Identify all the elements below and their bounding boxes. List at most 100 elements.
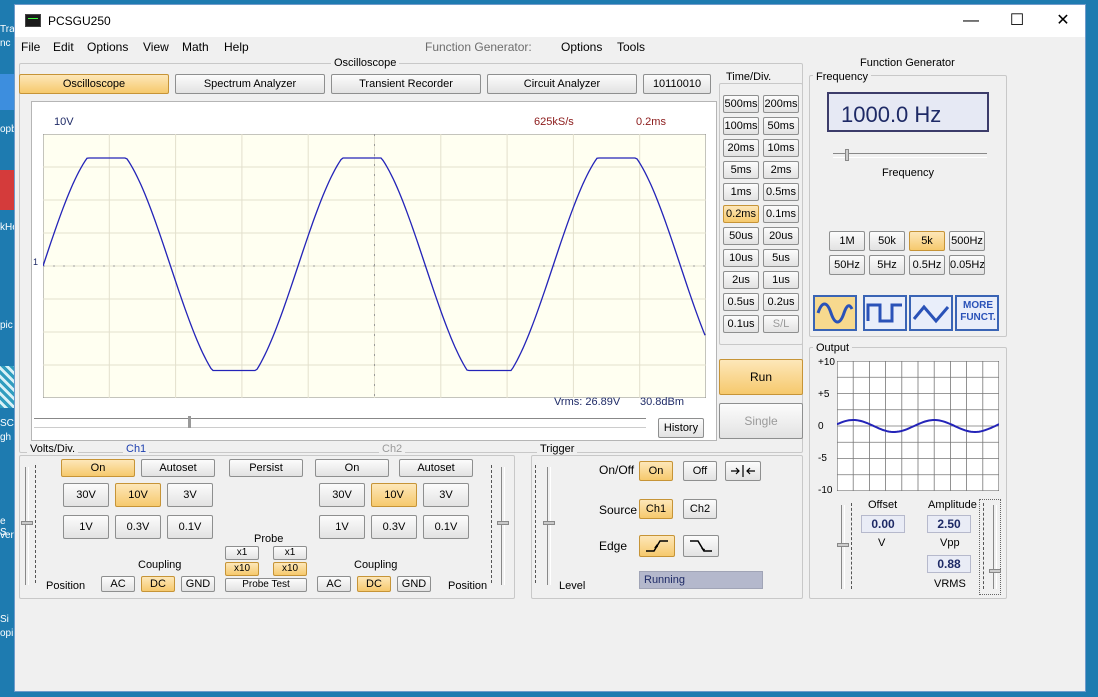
menu-view[interactable]: View xyxy=(143,40,169,54)
dropbox-icon[interactable] xyxy=(0,74,14,110)
square-wave-button[interactable] xyxy=(863,295,907,331)
ch2-autoset-button[interactable]: Autoset xyxy=(399,459,473,477)
desktop-icon-label[interactable]: pic xyxy=(0,320,14,360)
tab-digital-bits[interactable]: 10110010 xyxy=(643,74,711,94)
fg-range-50k-button[interactable]: 50k xyxy=(869,231,905,251)
timediv-50us-button[interactable]: 50us xyxy=(723,227,759,245)
ch1-range-0p3v-button[interactable]: 0.3V xyxy=(115,515,161,539)
timediv-10us-button[interactable]: 10us xyxy=(723,249,759,267)
tab-spectrum-analyzer[interactable]: Spectrum Analyzer xyxy=(175,74,325,94)
desktop-icon-label[interactable]: opi xyxy=(0,628,14,668)
ch2-range-1v-button[interactable]: 1V xyxy=(319,515,365,539)
ch1-probe-x1-button[interactable]: x1 xyxy=(225,546,259,560)
ch2-range-30v-button[interactable]: 30V xyxy=(319,483,365,507)
history-scrollbar[interactable] xyxy=(34,418,646,428)
ch1-coupling-ac[interactable]: AC xyxy=(101,576,135,592)
menu-help[interactable]: Help xyxy=(224,40,249,54)
frequency-slider[interactable] xyxy=(833,153,987,158)
trigger-edge-falling[interactable] xyxy=(683,535,719,557)
ch1-range-30v-button[interactable]: 30V xyxy=(63,483,109,507)
ch2-on-button[interactable]: On xyxy=(315,459,389,477)
ch1-coupling-gnd[interactable]: GND xyxy=(181,576,215,592)
timediv-50ms-button[interactable]: 50ms xyxy=(763,117,799,135)
ch2-coupling-ac[interactable]: AC xyxy=(317,576,351,592)
offset-slider[interactable] xyxy=(841,505,845,589)
run-button[interactable]: Run xyxy=(719,359,803,395)
ch2-range-10v-button[interactable]: 10V xyxy=(371,483,417,507)
trigger-level-slider[interactable] xyxy=(547,467,551,585)
fg-range-5k-button[interactable]: 5k xyxy=(909,231,945,251)
trigger-source-ch2[interactable]: Ch2 xyxy=(683,499,717,519)
timediv-20ms-button[interactable]: 20ms xyxy=(723,139,759,157)
menu-fg-tools[interactable]: Tools xyxy=(617,40,645,54)
ch1-range-0p1v-button[interactable]: 0.1V xyxy=(167,515,213,539)
timediv-0p1ms-button[interactable]: 0.1ms xyxy=(763,205,799,223)
offset-slider-thumb[interactable] xyxy=(837,543,849,547)
maximize-button[interactable]: ☐ xyxy=(994,5,1040,37)
ch1-on-button[interactable]: On xyxy=(61,459,135,477)
desktop-icon-label[interactable]: kHe xyxy=(0,222,14,262)
ch2-probe-x1-button[interactable]: x1 xyxy=(273,546,307,560)
desktop-icon-label[interactable]: nc xyxy=(0,38,14,78)
frequency-slider-thumb[interactable] xyxy=(845,149,849,161)
trigger-on-button[interactable]: On xyxy=(639,461,673,481)
desktop-icon-label[interactable]: gh xyxy=(0,432,14,472)
fg-range-1m-button[interactable]: 1M xyxy=(829,231,865,251)
close-button[interactable]: ✕ xyxy=(1040,5,1086,37)
timediv-20us-button[interactable]: 20us xyxy=(763,227,799,245)
trigger-edge-rising[interactable] xyxy=(639,535,675,557)
ch1-position-slider[interactable] xyxy=(25,467,29,585)
menu-file[interactable]: File xyxy=(21,40,40,54)
menu-options[interactable]: Options xyxy=(87,40,128,54)
more-functions-button[interactable]: MORE FUNCT. xyxy=(955,295,999,331)
timediv-5us-button[interactable]: 5us xyxy=(763,249,799,267)
ch1-position-thumb[interactable] xyxy=(21,521,33,525)
timediv-0p5ms-button[interactable]: 0.5ms xyxy=(763,183,799,201)
tab-circuit-analyzer[interactable]: Circuit Analyzer xyxy=(487,74,637,94)
timediv-2us-button[interactable]: 2us xyxy=(723,271,759,289)
ch2-range-0p3v-button[interactable]: 0.3V xyxy=(371,515,417,539)
trigger-level-thumb[interactable] xyxy=(543,521,555,525)
timediv-1us-button[interactable]: 1us xyxy=(763,271,799,289)
timediv-1ms-button[interactable]: 1ms xyxy=(723,183,759,201)
fg-range-0p05hz-button[interactable]: 0.05Hz xyxy=(949,255,985,275)
ch2-probe-x10-button[interactable]: x10 xyxy=(273,562,307,576)
menu-fg-options[interactable]: Options xyxy=(561,40,602,54)
timediv-0p5us-button[interactable]: 0.5us xyxy=(723,293,759,311)
ch1-coupling-dc[interactable]: DC xyxy=(141,576,175,592)
timediv-5ms-button[interactable]: 5ms xyxy=(723,161,759,179)
ch1-probe-x10-button[interactable]: x10 xyxy=(225,562,259,576)
ch2-range-0p1v-button[interactable]: 0.1V xyxy=(423,515,469,539)
menu-edit[interactable]: Edit xyxy=(53,40,74,54)
timediv-10ms-button[interactable]: 10ms xyxy=(763,139,799,157)
single-button[interactable]: Single xyxy=(719,403,803,439)
sine-wave-button[interactable] xyxy=(813,295,857,331)
scope-display[interactable]: 10V 625kS/s 0.2ms 1 Vrms: 26.89V 30.8dBm… xyxy=(31,101,717,441)
probe-test-button[interactable]: Probe Test xyxy=(225,578,307,592)
ch2-coupling-gnd[interactable]: GND xyxy=(397,576,431,592)
history-scrollbar-thumb[interactable] xyxy=(188,416,191,428)
offset-value[interactable]: 0.00 xyxy=(861,515,905,533)
timediv-S-L-button[interactable]: S/L xyxy=(763,315,799,333)
fg-range-500hz-button[interactable]: 500Hz xyxy=(949,231,985,251)
scope-screen[interactable] xyxy=(43,134,706,398)
tab-oscilloscope[interactable]: Oscilloscope xyxy=(19,74,169,94)
ch1-autoset-button[interactable]: Autoset xyxy=(141,459,215,477)
ch2-range-3v-button[interactable]: 3V xyxy=(423,483,469,507)
app-icon[interactable] xyxy=(0,170,14,210)
ch2-position-thumb[interactable] xyxy=(497,521,509,525)
ch2-position-slider[interactable] xyxy=(501,467,505,585)
ch2-coupling-dc[interactable]: DC xyxy=(357,576,391,592)
timediv-0p1us-button[interactable]: 0.1us xyxy=(723,315,759,333)
desktop-icon-label[interactable]: opb xyxy=(0,124,14,164)
amplitude-value[interactable]: 2.50 xyxy=(927,515,971,533)
trigger-center-button[interactable] xyxy=(725,461,761,481)
trigger-off-button[interactable]: Off xyxy=(683,461,717,481)
minimize-button[interactable]: — xyxy=(948,5,994,37)
trigger-source-ch1[interactable]: Ch1 xyxy=(639,499,673,519)
triangle-wave-button[interactable] xyxy=(909,295,953,331)
persist-button[interactable]: Persist xyxy=(229,459,303,477)
amplitude-slider-thumb[interactable] xyxy=(989,569,1001,573)
desktop-icon-label[interactable]: ver xyxy=(0,530,14,570)
timediv-200ms-button[interactable]: 200ms xyxy=(763,95,799,113)
